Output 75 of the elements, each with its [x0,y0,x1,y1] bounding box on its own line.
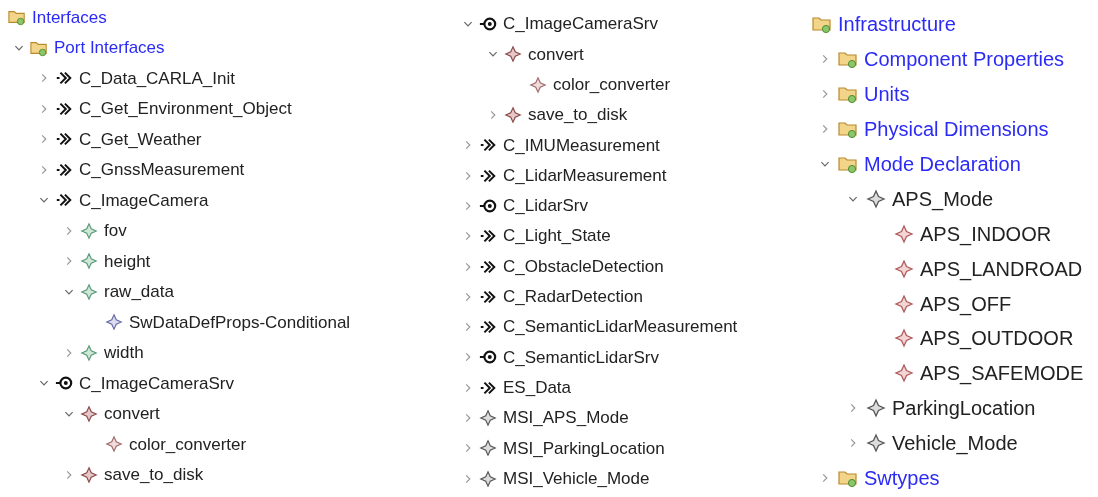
folder-label[interactable]: Port Interfaces [54,35,165,61]
diamond-star-icon [479,469,497,488]
diamond-star-icon [105,313,123,332]
tree-item-label[interactable]: raw_data [104,279,174,305]
tree-item-label[interactable]: C_IMUMeasurement [503,132,660,159]
diamond-star-icon [80,282,98,301]
diamond-star-icon [80,404,98,423]
tree-item-label[interactable]: ParkingLocation [892,393,1036,424]
diamond-star-icon [894,293,914,314]
diamond-star-icon [80,465,98,484]
tree-item-label[interactable]: MSI_APS_Mode [503,405,629,431]
tree-item-label[interactable]: APS_OUTDOOR [920,323,1074,354]
diamond-star-icon [894,258,914,279]
tree-item-label[interactable]: color_converter [129,431,247,457]
folder-label[interactable]: Infrastructure [838,9,956,40]
folder-icon [838,49,858,70]
diamond-star-icon [80,252,98,271]
diamond-star-icon [479,409,497,427]
tree-item-label[interactable]: C_SemanticLidarSrv [503,344,659,371]
folder-icon [838,154,858,174]
tree-item-label[interactable]: height [104,248,151,274]
diamond-star-icon [894,363,914,384]
folder-icon [838,84,858,105]
tree-item-label[interactable]: C_ImageCameraSrv [79,370,234,396]
folder-label[interactable]: Physical Dimensions [864,114,1049,145]
diamond-star-icon [80,221,98,240]
tree-item-label[interactable]: APS_SAFEMODE [920,358,1084,389]
diamond-star-icon [105,435,123,454]
tree-item-label[interactable]: APS_Mode [892,183,994,214]
folder-icon [812,14,832,35]
diamond-star-icon [504,45,522,64]
folder-label[interactable]: Mode Declaration [864,149,1021,179]
tree-item-label[interactable]: APS_INDOOR [920,218,1052,249]
diamond-star-icon [866,398,886,419]
folder-icon [8,8,26,27]
tree-item-label[interactable]: APS_OFF [920,288,1012,319]
tree-item-label[interactable]: C_LidarMeasurement [503,162,667,189]
tree-item-label[interactable]: save_to_disk [528,102,628,128]
tree-item-label[interactable]: convert [528,41,584,68]
folder-icon [838,119,858,140]
tree-item-label[interactable]: SwDataDefProps-Conditional [129,309,351,335]
tree-item-label[interactable]: width [104,340,144,366]
tree-item-label[interactable]: C_ImageCameraSrv [503,11,658,37]
tree-item-label[interactable]: C_Data_CARLA_Init [79,65,235,91]
tree-item-label[interactable]: ES_Data [503,374,572,401]
diamond-star-icon [894,223,914,244]
folder-label[interactable]: Swtypes [864,463,940,493]
tree-item-label[interactable]: color_converter [553,72,671,98]
folder-icon [838,468,858,488]
diamond-star-icon [479,439,497,458]
tree-item-label[interactable]: C_RadarDetection [503,284,643,310]
tree-item-label[interactable]: C_LidarSrv [503,193,589,219]
tree-item-label[interactable]: save_to_disk [104,462,204,488]
tree-item-label[interactable]: Vehicle_Mode [892,428,1018,459]
tree-item-label[interactable]: convert [104,401,160,427]
tree-item-label[interactable]: C_Light_State [503,223,611,249]
tree-item-label[interactable]: MSI_Vehicle_Mode [503,465,650,492]
diamond-star-icon [504,106,522,125]
tree-item-label[interactable]: MSI_ParkingLocation [503,435,665,462]
tree-item-label[interactable]: APS_LANDROAD [920,253,1083,284]
folder-label[interactable]: Component Properties [864,44,1065,75]
tree-item-label[interactable]: C_Get_Weather [79,126,202,152]
tree-item-label[interactable]: C_GnssMeasurement [79,157,245,183]
tree-item-label[interactable]: C_ImageCamera [79,187,209,213]
tree-item-label[interactable]: C_Get_Environment_Object [79,96,292,122]
diamond-star-icon [894,328,914,349]
folder-label[interactable]: Interfaces [32,4,107,30]
tree-item-label[interactable]: C_ObstacleDetection [503,253,664,280]
tree-item-label[interactable]: C_SemanticLidarMeasurement [503,314,738,340]
diamond-star-icon [866,188,886,209]
folder-label[interactable]: Units [864,79,910,110]
diamond-star-icon [866,433,886,454]
diamond-star-icon [80,343,98,362]
tree-item-label[interactable]: fov [104,218,127,244]
diamond-star-icon [529,75,547,94]
